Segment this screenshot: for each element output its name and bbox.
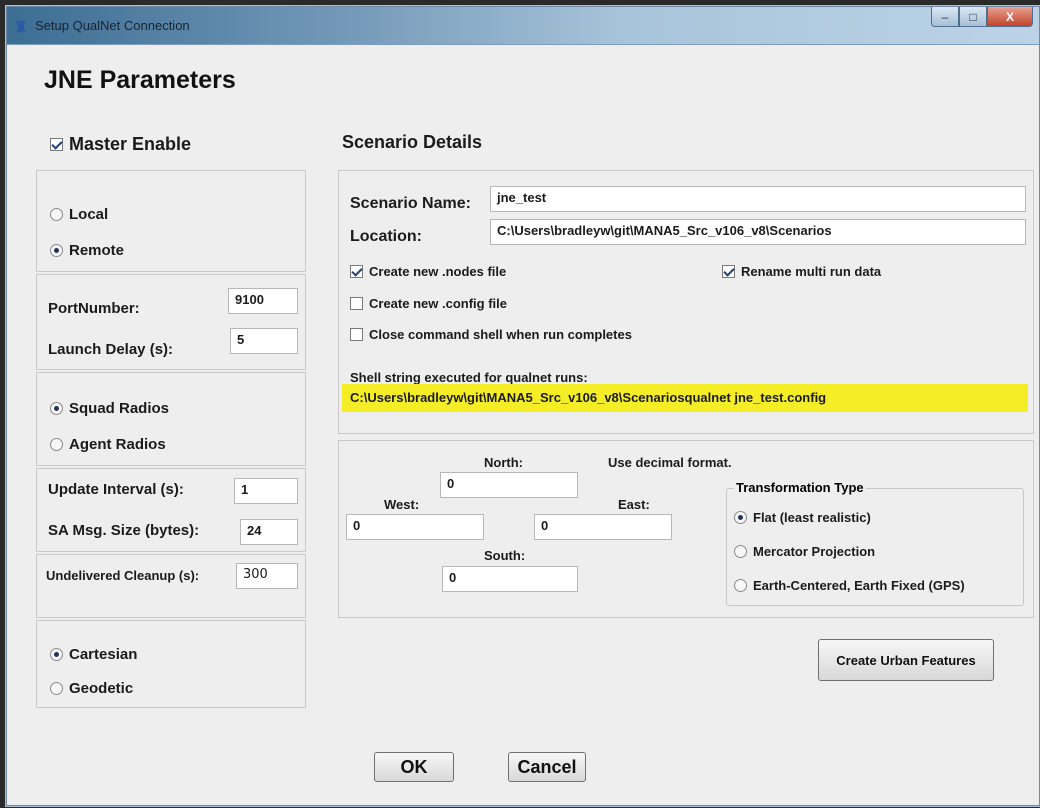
east-label: East: bbox=[618, 497, 650, 512]
title-bar[interactable]: ♜ Setup QualNet Connection – □ X bbox=[7, 7, 1039, 45]
radio-selected-icon bbox=[50, 402, 63, 415]
checkbox-icon bbox=[350, 328, 363, 341]
undelivered-cleanup-input[interactable]: 300 bbox=[236, 563, 298, 589]
cancel-button[interactable]: Cancel bbox=[508, 752, 586, 782]
launch-delay-input[interactable]: 5 bbox=[230, 328, 298, 354]
west-label: West: bbox=[384, 497, 420, 512]
location-label: Location: bbox=[350, 228, 422, 245]
update-interval-input[interactable]: 1 bbox=[234, 478, 298, 504]
local-radio[interactable]: Local bbox=[50, 206, 108, 223]
port-number-label: PortNumber: bbox=[48, 300, 140, 317]
radio-selected-icon bbox=[50, 648, 63, 661]
create-urban-features-button[interactable]: Create Urban Features bbox=[818, 639, 994, 681]
transformation-type-title: Transformation Type bbox=[734, 480, 866, 495]
shell-string-value: C:\Users\bradleyw\git\MANA5_Src_v106_v8\… bbox=[342, 384, 1028, 412]
radio-icon bbox=[734, 579, 747, 592]
shell-string-label: Shell string executed for qualnet runs: bbox=[350, 370, 588, 385]
sa-msg-size-input[interactable]: 24 bbox=[240, 519, 298, 545]
rename-multi-run-checkbox[interactable]: Rename multi run data bbox=[722, 264, 881, 279]
radio-icon bbox=[734, 545, 747, 558]
create-nodes-checkbox[interactable]: Create new .nodes file bbox=[350, 264, 506, 279]
east-input[interactable]: 0 bbox=[534, 514, 672, 540]
scenario-name-label: Scenario Name: bbox=[350, 195, 471, 212]
page-title: JNE Parameters bbox=[44, 66, 236, 94]
geodetic-radio[interactable]: Geodetic bbox=[50, 680, 133, 697]
scenario-details-title: Scenario Details bbox=[342, 132, 483, 152]
window-title: Setup QualNet Connection bbox=[35, 18, 190, 33]
north-label: North: bbox=[484, 455, 523, 470]
radio-icon bbox=[50, 438, 63, 451]
squad-radios-radio[interactable]: Squad Radios bbox=[50, 400, 169, 417]
update-interval-label: Update Interval (s): bbox=[48, 481, 184, 498]
decimal-format-note: Use decimal format. bbox=[608, 455, 732, 470]
maximize-button[interactable]: □ bbox=[959, 7, 987, 27]
master-enable-checkbox[interactable]: Master Enable bbox=[50, 134, 191, 155]
checkbox-checked-icon bbox=[50, 138, 63, 151]
west-input[interactable]: 0 bbox=[346, 514, 484, 540]
app-icon: ♜ bbox=[14, 18, 28, 36]
close-button[interactable]: X bbox=[987, 7, 1033, 27]
create-config-checkbox[interactable]: Create new .config file bbox=[350, 296, 507, 311]
launch-delay-label: Launch Delay (s): bbox=[48, 341, 174, 358]
sa-msg-size-label: SA Msg. Size (bytes): bbox=[48, 522, 200, 539]
flat-radio[interactable]: Flat (least realistic) bbox=[734, 510, 871, 525]
checkbox-checked-icon bbox=[722, 265, 735, 278]
radio-icon bbox=[50, 682, 63, 695]
agent-radios-radio[interactable]: Agent Radios bbox=[50, 436, 166, 453]
north-input[interactable]: 0 bbox=[440, 472, 578, 498]
undelivered-cleanup-label: Undelivered Cleanup (s): bbox=[46, 568, 200, 583]
south-input[interactable]: 0 bbox=[442, 566, 578, 592]
minimize-button[interactable]: – bbox=[931, 7, 959, 27]
remote-radio[interactable]: Remote bbox=[50, 242, 124, 259]
location-input[interactable]: C:\Users\bradleyw\git\MANA5_Src_v106_v8\… bbox=[490, 219, 1026, 245]
south-label: South: bbox=[484, 548, 526, 563]
close-shell-checkbox[interactable]: Close command shell when run completes bbox=[350, 327, 632, 342]
mercator-radio[interactable]: Mercator Projection bbox=[734, 544, 875, 559]
radio-selected-icon bbox=[50, 244, 63, 257]
port-number-input[interactable]: 9100 bbox=[228, 288, 298, 314]
ok-button[interactable]: OK bbox=[374, 752, 454, 782]
cartesian-radio[interactable]: Cartesian bbox=[50, 646, 137, 663]
radio-selected-icon bbox=[734, 511, 747, 524]
scenario-name-input[interactable]: jne_test bbox=[490, 186, 1026, 212]
checkbox-icon bbox=[350, 297, 363, 310]
ecef-radio[interactable]: Earth-Centered, Earth Fixed (GPS) bbox=[734, 578, 965, 593]
window-controls: – □ X bbox=[931, 7, 1033, 27]
checkbox-checked-icon bbox=[350, 265, 363, 278]
radio-icon bbox=[50, 208, 63, 221]
